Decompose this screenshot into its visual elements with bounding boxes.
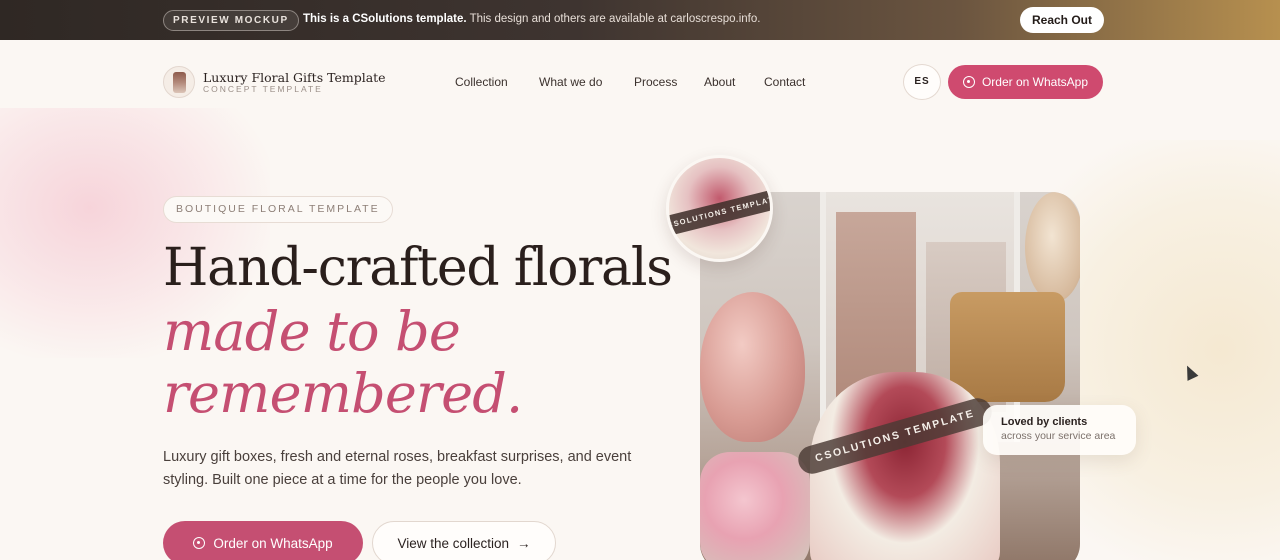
banner-message: This is a CSolutions template. This desi…	[303, 13, 760, 25]
loved-subtitle: across your service area	[1001, 430, 1116, 442]
nav-what-we-do[interactable]: What we do	[539, 75, 602, 89]
header-whatsapp-button[interactable]: Order on WhatsApp	[948, 65, 1103, 99]
hero-photo: CSOLUTIONS TEMPLATE	[700, 192, 1080, 560]
hero-whatsapp-label: Order on WhatsApp	[213, 535, 333, 551]
gift-basket-image	[950, 292, 1065, 402]
brand-logo[interactable]	[163, 66, 195, 98]
banner-message-rest: This design and others are available at …	[466, 13, 761, 25]
site-header: Luxury Floral Gifts Template CONCEPT TEM…	[0, 40, 1280, 110]
bouquet-logo-icon	[173, 72, 186, 93]
hero-whatsapp-button[interactable]: Order on WhatsApp	[163, 521, 363, 560]
brand-subtitle: CONCEPT TEMPLATE	[203, 84, 323, 94]
thumbnail-watermark: CSOLUTIONS TEMPLATE	[669, 187, 770, 237]
nav-process[interactable]: Process	[634, 75, 677, 89]
language-toggle[interactable]: ES	[903, 64, 941, 100]
hero-heading-line1: Hand-crafted florals	[163, 238, 673, 298]
circular-bouquet-thumbnail: CSOLUTIONS TEMPLATE	[666, 155, 773, 262]
hero-description: Luxury gift boxes, fresh and eternal ros…	[163, 449, 632, 488]
flower-arrangement-image	[700, 452, 810, 560]
loved-by-clients-card: Loved by clients across your service are…	[983, 405, 1136, 455]
nav-contact[interactable]: Contact	[764, 75, 805, 89]
gold-balloon-image	[1025, 192, 1080, 302]
nav-about[interactable]: About	[704, 75, 735, 89]
hero-heading-line3: remembered.	[163, 362, 523, 425]
preview-tag: PREVIEW MOCKUP	[163, 10, 299, 31]
header-whatsapp-label: Order on WhatsApp	[981, 75, 1089, 89]
reach-out-button[interactable]: Reach Out	[1020, 7, 1104, 33]
hero-eyebrow: BOUTIQUE FLORAL TEMPLATE	[163, 196, 393, 223]
banner-message-bold: This is a CSolutions template.	[303, 13, 467, 25]
whatsapp-icon	[193, 537, 206, 549]
hero-heading-line2: made to be	[163, 300, 461, 363]
loved-title: Loved by clients	[1001, 416, 1088, 428]
nav-collection[interactable]: Collection	[455, 75, 508, 89]
preview-banner: PREVIEW MOCKUP This is a CSolutions temp…	[0, 0, 1280, 40]
view-collection-button[interactable]: View the collection →	[372, 521, 556, 560]
brand-name[interactable]: Luxury Floral Gifts Template	[203, 70, 386, 85]
whatsapp-icon	[962, 76, 975, 88]
heart-balloon-image	[700, 292, 805, 442]
arrow-right-icon: →	[517, 535, 531, 551]
view-collection-label: View the collection	[397, 535, 510, 551]
